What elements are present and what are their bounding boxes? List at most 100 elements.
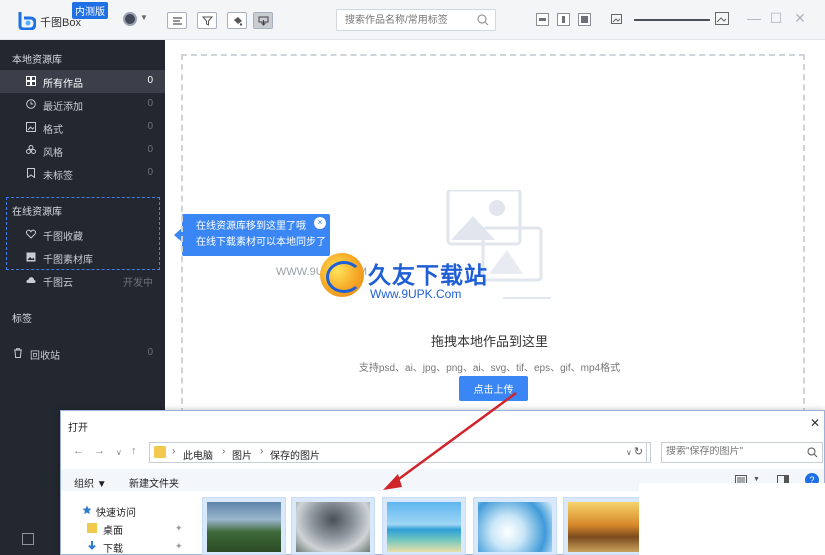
sidebar-item-cloud[interactable]: 千图云 开发中	[0, 269, 165, 292]
sidebar-item-style[interactable]: 风格 0	[0, 139, 165, 162]
refresh-icon[interactable]: ↻	[631, 442, 647, 463]
tree-item-desktop[interactable]: 桌面	[103, 522, 123, 537]
download-button[interactable]	[253, 12, 273, 29]
chevron-down-icon[interactable]: ▼	[753, 476, 760, 483]
thumbnail-small-icon[interactable]	[611, 14, 622, 24]
breadcrumb-saved-pictures[interactable]: 保存的图片	[270, 447, 320, 462]
paint-bucket-icon	[234, 17, 243, 26]
chevron-right-icon: ›	[222, 446, 226, 457]
sidebar-item-all-works[interactable]: 所有作品 0	[0, 70, 165, 93]
breadcrumb-pictures[interactable]: 图片	[232, 447, 252, 462]
item-count: 0	[147, 75, 153, 86]
sort-button[interactable]	[167, 12, 187, 29]
tree-item-quick-access[interactable]: 快速访问	[96, 504, 136, 519]
watermark-url: Www.9UPK.Com	[370, 287, 462, 301]
drop-zone-title: 拖拽本地作品到这里	[430, 334, 548, 349]
storm-photo	[296, 502, 370, 552]
sidebar-item-label: 风格	[43, 148, 63, 159]
search-icon[interactable]	[477, 14, 489, 26]
item-count: 0	[147, 121, 153, 132]
sidebar-item-label: 千图云	[43, 278, 73, 289]
maximize-icon[interactable]: ☐	[768, 10, 784, 27]
image-icon	[26, 122, 36, 132]
organize-button[interactable]: 组织 ▼	[74, 475, 107, 490]
item-count: 0	[147, 98, 153, 109]
search-input[interactable]	[345, 10, 475, 30]
picture-icon	[26, 252, 36, 262]
paint-button[interactable]	[227, 12, 247, 29]
filter-icon	[202, 16, 213, 26]
file-thumbnail[interactable]	[382, 497, 466, 555]
online-library-title: 在线资源库	[12, 207, 62, 218]
close-icon[interactable]: ✕	[792, 10, 808, 27]
thumbnail-large-icon[interactable]	[715, 12, 729, 25]
address-bar[interactable]: › 此电脑 › 图片 › 保存的图片 ∨	[149, 442, 651, 463]
close-icon[interactable]: ✕	[810, 416, 820, 430]
dialog-search-box[interactable]	[661, 442, 823, 463]
heart-icon	[26, 229, 36, 239]
sidebar-item-format[interactable]: 格式 0	[0, 116, 165, 139]
view-grid-button[interactable]	[536, 13, 549, 26]
file-thumbnail[interactable]	[202, 497, 286, 555]
app-logo-icon	[18, 12, 36, 30]
pin-star-icon	[82, 505, 92, 515]
list-sort-icon	[173, 17, 182, 25]
minimize-icon[interactable]: —	[746, 10, 762, 26]
status-badge: 开发中	[123, 278, 153, 289]
thumbnail-size-slider[interactable]	[634, 19, 710, 21]
sidebar-item-label: 最近添加	[43, 102, 83, 113]
chevron-down-icon[interactable]: ∨	[116, 448, 122, 457]
preview-pane	[639, 483, 825, 555]
top-toolbar: 千图Box 内测版 ▼ — ☐ ✕	[0, 0, 825, 40]
new-folder-button[interactable]: 新建文件夹	[129, 475, 179, 490]
mountain-photo	[207, 502, 281, 552]
item-count: 0	[147, 144, 153, 155]
chevron-down-icon[interactable]: ▼	[140, 13, 148, 22]
local-library-title: 本地资源库	[12, 55, 62, 66]
tags-title[interactable]: 标签	[12, 310, 32, 325]
up-arrow-icon[interactable]: ↑	[131, 445, 137, 457]
item-count: 0	[147, 167, 153, 178]
open-file-dialog: 打开 ✕ ← → ∨ ↑ › 此电脑 › 图片 › 保存的图片 ∨ ↻ 组织 ▼…	[60, 410, 825, 555]
download-icon	[258, 16, 269, 26]
grid-icon	[26, 76, 36, 86]
sidebar-item-material-library[interactable]: 千图素材库	[0, 246, 165, 269]
clock-icon	[26, 99, 36, 109]
chevron-right-icon: ›	[172, 446, 176, 457]
water-splash-photo	[478, 502, 552, 552]
feedback-icon[interactable]	[22, 533, 34, 545]
view-columns-button[interactable]	[557, 13, 570, 26]
island-photo	[387, 502, 461, 552]
forward-arrow-icon[interactable]: →	[94, 445, 105, 457]
bookmark-icon	[27, 168, 35, 178]
filter-button[interactable]	[197, 12, 217, 29]
pin-icon[interactable]: ✦	[175, 541, 183, 552]
file-thumbnail[interactable]	[291, 497, 375, 555]
sidebar-item-label: 未标签	[43, 171, 73, 182]
folder-icon	[87, 523, 97, 533]
dialog-title: 打开	[68, 423, 88, 434]
sidebar-item-label: 所有作品	[43, 79, 83, 90]
download-arrow-icon	[88, 541, 96, 550]
breadcrumb-this-pc[interactable]: 此电脑	[183, 447, 213, 462]
pin-icon[interactable]: ✦	[175, 523, 183, 534]
upload-button[interactable]: 点击上传	[459, 376, 528, 401]
avatar[interactable]	[123, 12, 137, 26]
sidebar-item-recent[interactable]: 最近添加 0	[0, 93, 165, 116]
sidebar-item-favorites[interactable]: 千图收藏	[0, 223, 165, 246]
folder-icon	[154, 446, 166, 458]
cloud-icon	[26, 277, 36, 283]
file-thumbnail[interactable]	[563, 497, 647, 555]
file-thumbnail[interactable]	[473, 497, 557, 555]
tree-item-downloads[interactable]: 下载	[103, 540, 123, 555]
beta-badge: 内测版	[72, 2, 108, 19]
sidebar-item-label: 千图收藏	[43, 232, 83, 243]
search-box[interactable]	[336, 9, 496, 31]
view-full-button[interactable]	[578, 13, 591, 26]
back-arrow-icon[interactable]: ←	[73, 445, 84, 457]
search-icon[interactable]	[807, 447, 818, 458]
watermark-logo-icon	[320, 253, 364, 297]
sidebar-item-untagged[interactable]: 未标签 0	[0, 162, 165, 185]
dialog-search-input[interactable]	[666, 446, 796, 457]
sidebar-item-label: 千图素材库	[43, 255, 93, 266]
